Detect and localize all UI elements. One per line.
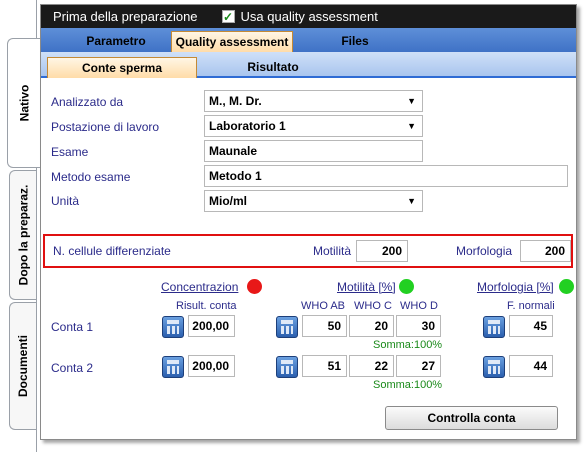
row-label: Conta 2 [51, 361, 94, 375]
calculator-icon[interactable] [162, 316, 184, 338]
row-label: Conta 1 [51, 320, 94, 334]
differentiated-label: N. cellule differenziate [53, 244, 171, 258]
somma-text: Somma:100% [373, 339, 443, 351]
chevron-down-icon: ▼ [407, 196, 416, 206]
concentrazione-link[interactable]: Concentrazion [161, 280, 238, 294]
calculator-icon[interactable] [276, 356, 298, 378]
col-who-ab: WHO AB [301, 300, 346, 312]
calculator-icon[interactable] [276, 316, 298, 338]
morfologia-count-field[interactable]: 200 [520, 240, 571, 262]
who-c-value[interactable]: 20 [349, 315, 394, 337]
top-bar: Prima della preparazione ✓ Usa quality a… [41, 5, 576, 28]
concentrazione-value[interactable]: 200,00 [188, 315, 235, 337]
motilita-link[interactable]: Motilità [%] [337, 280, 396, 294]
chevron-down-icon: ▼ [407, 96, 416, 106]
motilita-count-field[interactable]: 200 [356, 240, 408, 262]
panel-title: Prima della preparazione [53, 9, 198, 24]
col-who-d: WHO D [400, 300, 438, 312]
esame-field[interactable]: Maunale [204, 140, 423, 162]
motilita-count-label: Motilità [313, 244, 352, 258]
sub-tab-bar: Conte sperma Risultato [41, 52, 576, 78]
f-normali-value[interactable]: 44 [509, 355, 553, 377]
calculator-icon[interactable] [162, 356, 184, 378]
quality-assessment-label: Usa quality assessment [240, 9, 378, 24]
side-tab-documenti-label: Documenti [16, 334, 31, 398]
analizzato-value: M., M. Dr. [209, 94, 262, 108]
postazione-label: Postazione di lavoro [51, 120, 160, 134]
f-normali-value[interactable]: 45 [509, 315, 553, 337]
who-d-value[interactable]: 30 [396, 315, 441, 337]
who-ab-value[interactable]: 50 [302, 315, 347, 337]
calculator-icon[interactable] [483, 356, 505, 378]
concentrazione-status-dot [247, 279, 262, 294]
who-d-value[interactable]: 27 [396, 355, 441, 377]
col-f-normali: F. normali [507, 300, 555, 312]
side-tab-dopo-label: Dopo la preparaz. [16, 184, 30, 286]
side-tab-nativo-label: Nativo [17, 84, 31, 122]
tab-conte-sperma[interactable]: Conte sperma [47, 57, 197, 78]
concentrazione-value[interactable]: 200,00 [188, 355, 235, 377]
side-tab-dopo[interactable]: Dopo la preparaz. [9, 170, 36, 300]
postazione-value: Laboratorio 1 [209, 119, 286, 133]
main-panel: Prima della preparazione ✓ Usa quality a… [40, 4, 577, 440]
morfologia-link[interactable]: Morfologia [%] [477, 280, 554, 294]
controlla-conta-button[interactable]: Controlla conta [385, 406, 558, 430]
metodo-label: Metodo esame [51, 170, 131, 184]
postazione-select[interactable]: Laboratorio 1 ▼ [204, 115, 423, 137]
side-tab-documenti[interactable]: Documenti [9, 302, 36, 430]
quality-assessment-checkbox[interactable]: ✓ [221, 10, 235, 24]
calculator-icon[interactable] [483, 316, 505, 338]
tab-quality-assessment[interactable]: Quality assessment [171, 31, 293, 52]
who-c-value[interactable]: 22 [349, 355, 394, 377]
morfologia-status-dot [559, 279, 574, 294]
col-risult-conta: Risult. conta [176, 300, 237, 312]
differentiated-cells-box: N. cellule differenziate Motilità 200 Mo… [43, 234, 573, 268]
morfologia-count-label: Morfologia [456, 244, 513, 258]
side-tab-strip: Nativo Dopo la preparaz. Documenti [0, 0, 40, 452]
analizzato-select[interactable]: M., M. Dr. ▼ [204, 90, 423, 112]
unita-value: Mio/ml [209, 194, 247, 208]
unita-select[interactable]: Mio/ml ▼ [204, 190, 423, 212]
metodo-field[interactable]: Metodo 1 [204, 165, 568, 187]
col-who-c: WHO C [354, 300, 392, 312]
main-tab-bar: Parametro Quality assessment Files [41, 28, 576, 52]
tab-parametro[interactable]: Parametro [61, 31, 171, 52]
side-tab-nativo[interactable]: Nativo [7, 38, 40, 168]
tab-risultato[interactable]: Risultato [197, 57, 349, 78]
chevron-down-icon: ▼ [407, 121, 416, 131]
somma-text: Somma:100% [373, 379, 443, 391]
motilita-status-dot [399, 279, 414, 294]
analizzato-label: Analizzato da [51, 95, 124, 109]
who-ab-value[interactable]: 51 [302, 355, 347, 377]
tab-files[interactable]: Files [293, 31, 417, 52]
unita-label: Unità [51, 194, 80, 208]
esame-label: Esame [51, 145, 89, 159]
